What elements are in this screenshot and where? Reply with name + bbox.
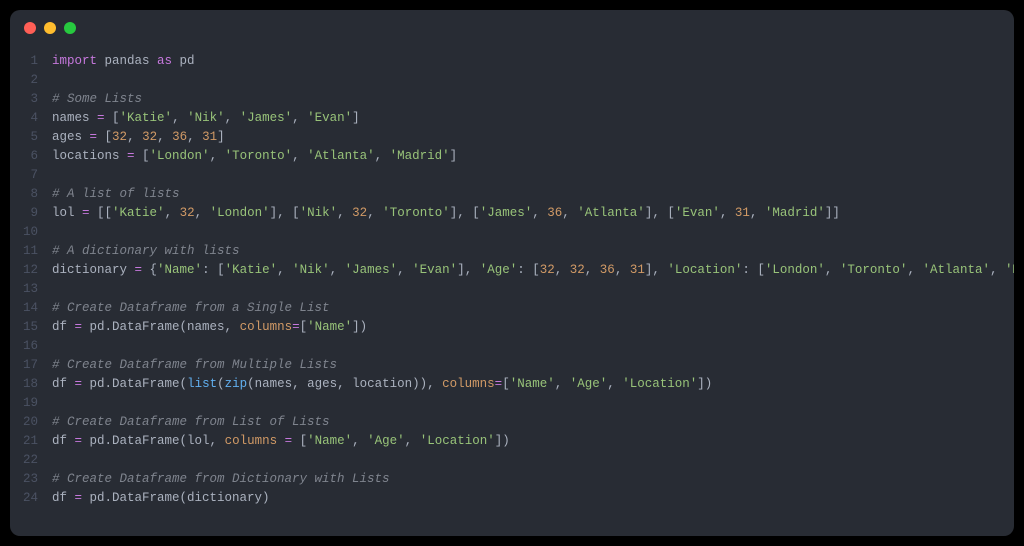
code-line[interactable]: lol = [['Katie', 32, 'London'], ['Nik', … — [52, 204, 1014, 223]
line-number: 23 — [10, 470, 38, 489]
line-number: 5 — [10, 128, 38, 147]
line-number-gutter: 123456789101112131415161718192021222324 — [10, 52, 52, 508]
code-editor[interactable]: 123456789101112131415161718192021222324 … — [10, 46, 1014, 536]
code-line[interactable] — [52, 394, 1014, 413]
close-icon[interactable] — [24, 22, 36, 34]
code-line[interactable]: df = pd.DataFrame(lol, columns = ['Name'… — [52, 432, 1014, 451]
line-number: 20 — [10, 413, 38, 432]
code-line[interactable]: # Create Dataframe from Multiple Lists — [52, 356, 1014, 375]
line-number: 3 — [10, 90, 38, 109]
code-line[interactable] — [52, 71, 1014, 90]
line-number: 21 — [10, 432, 38, 451]
line-number: 10 — [10, 223, 38, 242]
code-line[interactable]: df = pd.DataFrame(list(zip(names, ages, … — [52, 375, 1014, 394]
code-window: 123456789101112131415161718192021222324 … — [10, 10, 1014, 536]
code-line[interactable] — [52, 280, 1014, 299]
code-line[interactable]: # Create Dataframe from a Single List — [52, 299, 1014, 318]
code-line[interactable]: # A dictionary with lists — [52, 242, 1014, 261]
code-line[interactable] — [52, 451, 1014, 470]
line-number: 6 — [10, 147, 38, 166]
titlebar — [10, 10, 1014, 46]
line-number: 9 — [10, 204, 38, 223]
line-number: 12 — [10, 261, 38, 280]
line-number: 19 — [10, 394, 38, 413]
line-number: 7 — [10, 166, 38, 185]
code-content[interactable]: import pandas as pd # Some Listsnames = … — [52, 52, 1014, 508]
code-line[interactable]: # Some Lists — [52, 90, 1014, 109]
line-number: 17 — [10, 356, 38, 375]
line-number: 14 — [10, 299, 38, 318]
line-number: 18 — [10, 375, 38, 394]
code-line[interactable] — [52, 166, 1014, 185]
line-number: 11 — [10, 242, 38, 261]
line-number: 4 — [10, 109, 38, 128]
line-number: 8 — [10, 185, 38, 204]
code-line[interactable]: df = pd.DataFrame(dictionary) — [52, 489, 1014, 508]
line-number: 15 — [10, 318, 38, 337]
line-number: 13 — [10, 280, 38, 299]
code-line[interactable] — [52, 223, 1014, 242]
line-number: 2 — [10, 71, 38, 90]
maximize-icon[interactable] — [64, 22, 76, 34]
code-line[interactable]: names = ['Katie', 'Nik', 'James', 'Evan'… — [52, 109, 1014, 128]
code-line[interactable]: ages = [32, 32, 36, 31] — [52, 128, 1014, 147]
line-number: 16 — [10, 337, 38, 356]
code-line[interactable] — [52, 337, 1014, 356]
minimize-icon[interactable] — [44, 22, 56, 34]
code-line[interactable]: # Create Dataframe from List of Lists — [52, 413, 1014, 432]
code-line[interactable]: # A list of lists — [52, 185, 1014, 204]
code-line[interactable]: locations = ['London', 'Toronto', 'Atlan… — [52, 147, 1014, 166]
line-number: 22 — [10, 451, 38, 470]
line-number: 24 — [10, 489, 38, 508]
code-line[interactable]: # Create Dataframe from Dictionary with … — [52, 470, 1014, 489]
code-line[interactable]: df = pd.DataFrame(names, columns=['Name'… — [52, 318, 1014, 337]
code-line[interactable]: dictionary = {'Name': ['Katie', 'Nik', '… — [52, 261, 1014, 280]
line-number: 1 — [10, 52, 38, 71]
code-line[interactable]: import pandas as pd — [52, 52, 1014, 71]
